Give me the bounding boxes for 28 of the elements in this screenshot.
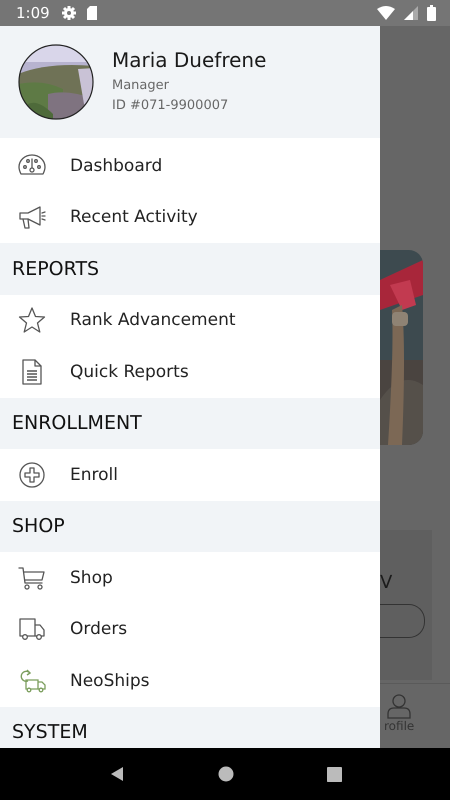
- user-id: ID #071-9900007: [112, 97, 230, 115]
- section-header: REPORTS: [0, 243, 380, 294]
- back-icon[interactable]: [108, 766, 124, 782]
- menu-item[interactable]: Shop: [0, 552, 380, 604]
- cycle-truck-icon: [18, 666, 46, 695]
- menu-item[interactable]: NeoShips: [0, 655, 380, 706]
- user-role: Manager: [112, 77, 170, 95]
- menu-item[interactable]: Orders: [0, 604, 380, 655]
- section-header: ENROLLMENT: [0, 398, 380, 449]
- person-icon: [386, 693, 412, 719]
- menu-item[interactable]: Rank Advancement: [0, 294, 380, 346]
- plus-circle-icon: [18, 460, 46, 489]
- menu-item[interactable]: Quick Reports: [0, 346, 380, 398]
- wifi-icon: [377, 6, 395, 20]
- signal-icon: [404, 6, 418, 20]
- recents-icon[interactable]: [326, 766, 342, 782]
- sd-card-icon: [86, 5, 98, 21]
- home-icon[interactable]: [218, 766, 234, 782]
- star-icon: [18, 306, 46, 334]
- battery-icon: [427, 5, 436, 21]
- card-text: V: [380, 572, 392, 593]
- menu-item[interactable]: Recent Activity: [0, 192, 380, 243]
- menu-item[interactable]: Dashboard: [0, 140, 380, 192]
- menu-item[interactable]: Enroll: [0, 449, 380, 500]
- user-name: Maria Duefrene: [112, 48, 266, 72]
- clock: 1:09: [16, 4, 50, 22]
- gear-icon: [60, 5, 77, 21]
- section-header: SHOP: [0, 500, 380, 552]
